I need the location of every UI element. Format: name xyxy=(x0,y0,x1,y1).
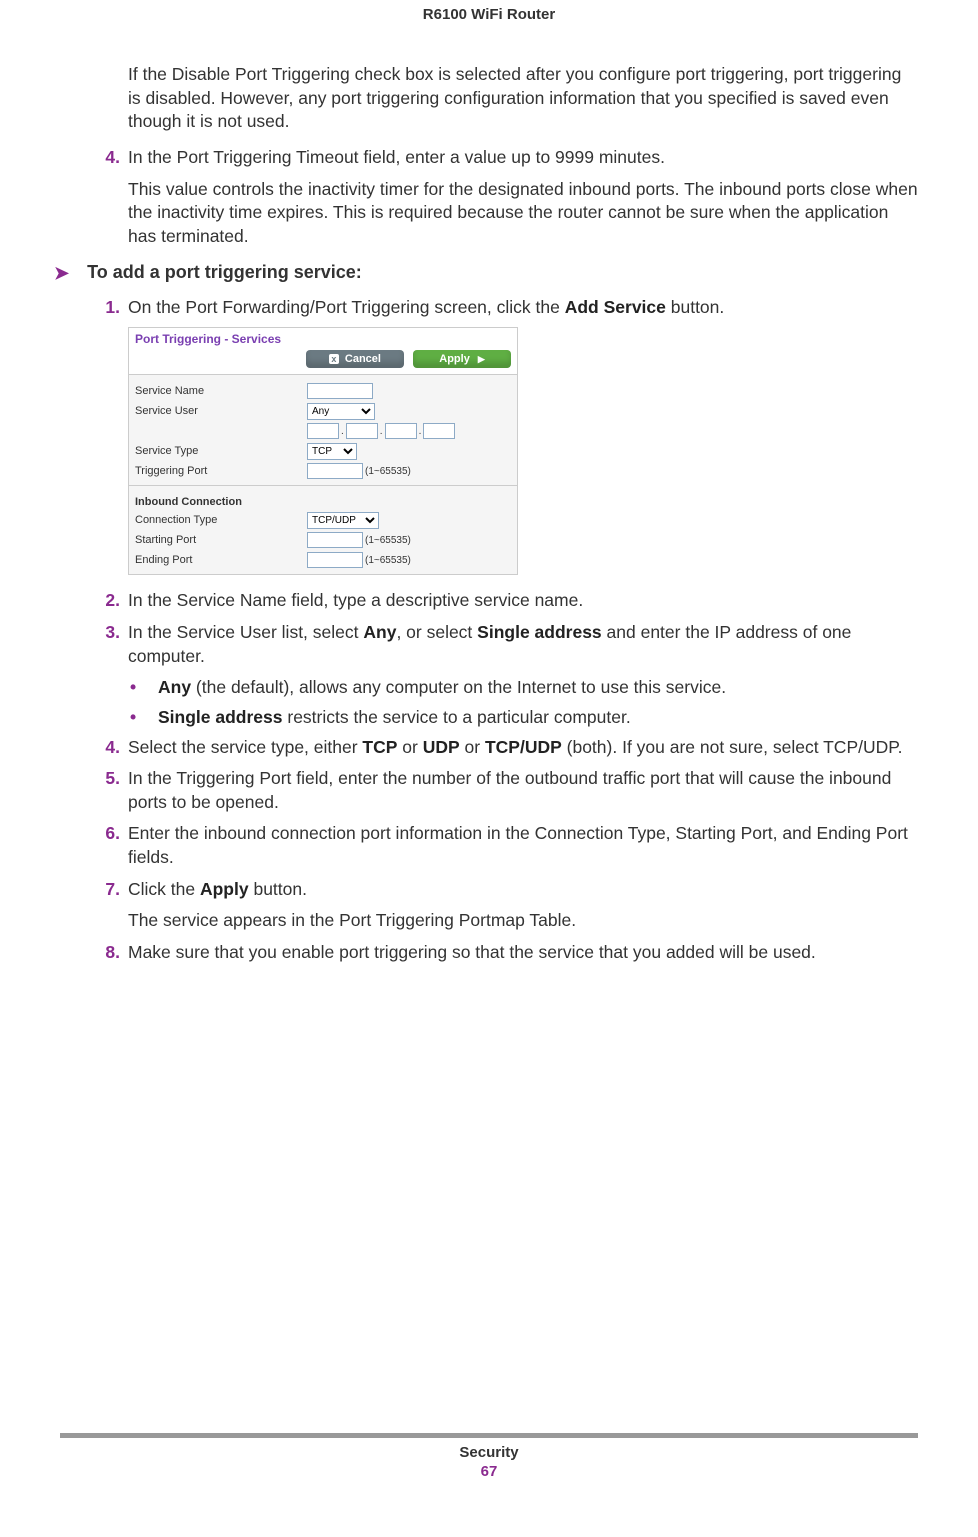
bullet-bold: Any xyxy=(158,677,191,697)
step-number: 2. xyxy=(90,589,120,613)
ip-octet-3[interactable] xyxy=(385,423,417,439)
screenshot-title: Port Triggering - Services xyxy=(129,328,517,348)
step-note: This value controls the inactivity timer… xyxy=(128,178,918,249)
step-text-bold: Any xyxy=(363,622,396,642)
connection-type-select[interactable]: TCP/UDP xyxy=(307,512,379,529)
intro-paragraph: If the Disable Port Triggering check box… xyxy=(128,63,918,134)
step-6: 6. Enter the inbound connection port inf… xyxy=(90,822,918,869)
t: Select the service type, either xyxy=(128,737,362,757)
bullet-icon: • xyxy=(130,706,158,730)
port-range-hint: (1~65535) xyxy=(365,555,411,566)
step-text-post: button. xyxy=(249,879,307,899)
service-type-select[interactable]: TCP xyxy=(307,443,357,460)
step-8: 8. Make sure that you enable port trigge… xyxy=(90,941,918,965)
bullet-bold: Single address xyxy=(158,707,283,727)
pre-step-4: 4. In the Port Triggering Timeout field,… xyxy=(90,146,918,249)
t: or xyxy=(397,737,422,757)
step-3-bullet-single: • Single address restricts the service t… xyxy=(130,706,918,730)
ending-port-input[interactable] xyxy=(307,552,363,568)
ip-octet-4[interactable] xyxy=(423,423,455,439)
step-5: 5. In the Triggering Port field, enter t… xyxy=(90,767,918,814)
step-text-pre: Click the xyxy=(128,879,200,899)
step-1: 1. On the Port Forwarding/Port Triggerin… xyxy=(90,296,918,320)
step-number: 5. xyxy=(90,767,120,814)
bullet-icon: • xyxy=(130,676,158,700)
step-7: 7. Click the Apply button. The service a… xyxy=(90,878,918,933)
screenshot-button-row: x Cancel Apply ▶ xyxy=(129,348,517,375)
starting-port-label: Starting Port xyxy=(135,534,307,546)
step-text-bold: Apply xyxy=(200,879,249,899)
service-user-label: Service User xyxy=(135,405,307,417)
footer-page-number: 67 xyxy=(60,1463,918,1480)
step-number: 7. xyxy=(90,878,120,933)
step-text-pre: In the Service User list, select xyxy=(128,622,363,642)
step-text-mid: , or select xyxy=(396,622,477,642)
footer-divider xyxy=(60,1433,918,1438)
footer-section: Security xyxy=(60,1444,918,1461)
procedure-heading: ➤ To add a port triggering service: xyxy=(54,262,918,285)
step-text-bold2: Single address xyxy=(477,622,602,642)
step-note: The service appears in the Port Triggeri… xyxy=(128,909,918,933)
starting-port-input[interactable] xyxy=(307,532,363,548)
triggering-port-label: Triggering Port xyxy=(135,465,307,477)
port-range-hint: (1~65535) xyxy=(365,466,411,477)
step-text: In the Port Triggering Timeout field, en… xyxy=(128,147,665,167)
apply-label: Apply xyxy=(439,353,470,365)
page-footer: Security 67 xyxy=(60,1433,918,1480)
step-text-post: button. xyxy=(666,297,724,317)
b: TCP xyxy=(362,737,397,757)
connection-type-label: Connection Type xyxy=(135,514,307,526)
procedure-title: To add a port triggering service: xyxy=(87,262,362,283)
step-number: 6. xyxy=(90,822,120,869)
inbound-connection-header: Inbound Connection xyxy=(135,492,511,510)
ip-octet-2[interactable] xyxy=(346,423,378,439)
step-4: 4. Select the service type, either TCP o… xyxy=(90,736,918,760)
chevron-right-icon: ➤ xyxy=(54,262,69,285)
service-name-input[interactable] xyxy=(307,383,373,399)
t: or xyxy=(460,737,485,757)
service-name-label: Service Name xyxy=(135,385,307,397)
triggering-port-input[interactable] xyxy=(307,463,363,479)
step-text: Make sure that you enable port triggerin… xyxy=(128,941,918,965)
b: TCP/UDP xyxy=(485,737,562,757)
step-2: 2. In the Service Name field, type a des… xyxy=(90,589,918,613)
step-number: 3. xyxy=(90,621,120,668)
page-header: R6100 WiFi Router xyxy=(60,0,918,63)
step-text: In the Service Name field, type a descri… xyxy=(128,589,918,613)
step-text-bold: Add Service xyxy=(565,297,666,317)
bullet-rest: restricts the service to a particular co… xyxy=(283,707,631,727)
cancel-label: Cancel xyxy=(345,353,381,365)
port-range-hint: (1~65535) xyxy=(365,535,411,546)
step-number: 1. xyxy=(90,296,120,320)
ip-octet-1[interactable] xyxy=(307,423,339,439)
service-user-select[interactable]: Any xyxy=(307,403,375,420)
apply-button[interactable]: Apply ▶ xyxy=(413,350,511,368)
step-text: In the Triggering Port field, enter the … xyxy=(128,767,918,814)
step-text-pre: On the Port Forwarding/Port Triggering s… xyxy=(128,297,565,317)
screenshot-port-triggering: Port Triggering - Services x Cancel Appl… xyxy=(128,327,518,575)
step-number: 8. xyxy=(90,941,120,965)
b: UDP xyxy=(423,737,460,757)
close-icon: x xyxy=(329,354,339,364)
step-number: 4. xyxy=(90,146,120,249)
arrow-right-icon: ▶ xyxy=(478,354,485,365)
step-text: Enter the inbound connection port inform… xyxy=(128,822,918,869)
step-3: 3. In the Service User list, select Any,… xyxy=(90,621,918,668)
bullet-rest: (the default), allows any computer on th… xyxy=(191,677,726,697)
step-3-bullet-any: • Any (the default), allows any computer… xyxy=(130,676,918,700)
step-number: 4. xyxy=(90,736,120,760)
cancel-button[interactable]: x Cancel xyxy=(306,350,404,368)
t: (both). If you are not sure, select TCP/… xyxy=(562,737,903,757)
service-type-label: Service Type xyxy=(135,445,307,457)
ending-port-label: Ending Port xyxy=(135,554,307,566)
